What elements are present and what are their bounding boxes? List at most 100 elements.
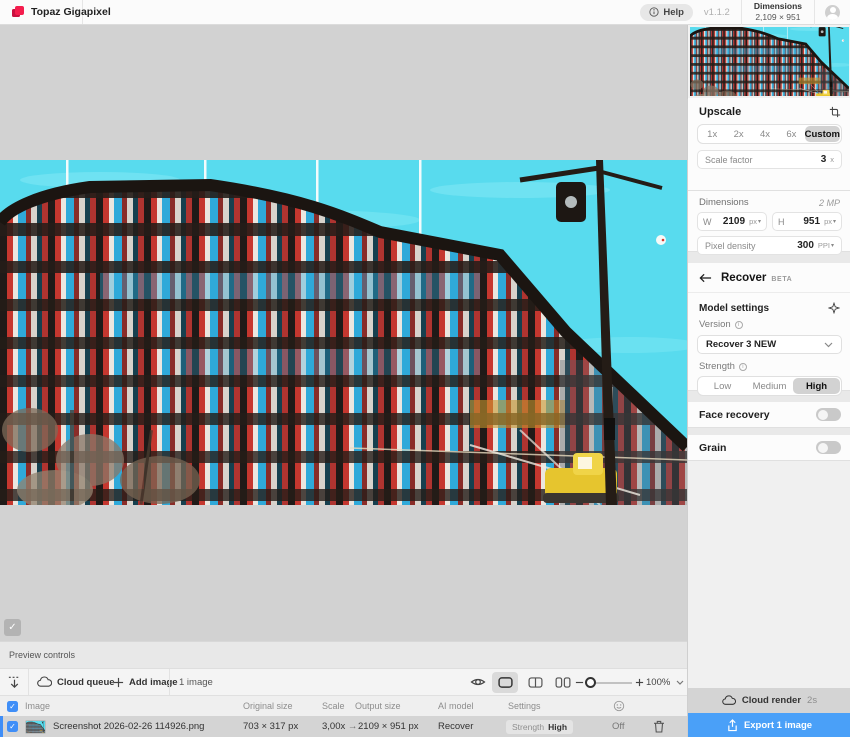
import-queue-button[interactable] [7, 669, 22, 695]
row-face-recovery: Off [612, 716, 625, 737]
export-button[interactable]: Export 1 image [688, 713, 850, 737]
image-count: 1 image [179, 669, 213, 695]
scale-factor-field[interactable]: Scale factor 3 x [697, 150, 842, 169]
row-filename: Screenshot 2026-02-26 114926.png [53, 716, 204, 737]
strength-medium[interactable]: Medium [746, 378, 793, 394]
cloud-queue-label: Cloud queue [57, 677, 115, 688]
cloud-render-button[interactable]: Cloud render 2s [688, 688, 850, 713]
back-arrow-icon[interactable] [699, 273, 712, 283]
plus-icon [635, 678, 644, 687]
row-scale: 3,00x → [322, 716, 357, 737]
zoom-out-button[interactable] [575, 669, 584, 695]
mode-1x[interactable]: 1x [699, 126, 725, 142]
row-checkbox[interactable]: ✓ [7, 716, 18, 737]
row-thumbnail [25, 716, 46, 737]
info-icon [649, 7, 659, 17]
pixel-density-field[interactable]: Pixel density 300 PPI▾ [697, 236, 842, 255]
select-all-checkbox[interactable]: ✓ [7, 696, 18, 716]
upscale-panel: Upscale 1x 2x 4x 6x Custom Scale factor … [688, 98, 850, 191]
mode-2x[interactable]: 2x [725, 126, 751, 142]
minus-icon [575, 678, 584, 687]
height-field[interactable]: H 951 px▾ [772, 212, 842, 231]
face-recovery-toggle[interactable] [816, 408, 841, 421]
app-title: Topaz Gigapixel [31, 6, 111, 18]
preview-controls-label: Preview controls [0, 650, 75, 660]
row-settings-badge[interactable]: StrengthHigh [506, 716, 573, 737]
right-sidebar: Upscale 1x 2x 4x 6x Custom Scale factor … [687, 25, 850, 737]
cloud-queue-button[interactable]: Cloud queue [37, 669, 115, 695]
image-table-header: ✓ Image Original size Scale Output size … [0, 695, 687, 716]
strength-segment: Low Medium High [697, 376, 842, 396]
version-label: Version [699, 319, 731, 330]
info-icon: i [739, 363, 747, 371]
dimensions-label: Dimensions [699, 197, 749, 208]
col-scale: Scale [322, 696, 345, 716]
divider [814, 0, 815, 25]
help-label: Help [663, 7, 684, 18]
row-ai-model: Recover [438, 716, 473, 737]
plus-icon [113, 677, 124, 688]
zoom-level-value: 100% [646, 677, 670, 688]
delete-image-button[interactable] [653, 716, 665, 737]
face-recovery-column-icon [613, 696, 625, 716]
grain-toggle[interactable] [816, 441, 841, 454]
divider [28, 669, 29, 695]
view-split-button[interactable] [522, 672, 548, 693]
bottom-toolbar: Cloud queue Add image 1 image 100% [0, 668, 687, 695]
table-row[interactable]: ✓ Screenshot 2026-02-26 114926.png 703 ×… [0, 716, 687, 737]
strength-high[interactable]: High [793, 378, 840, 394]
view-single-button[interactable] [492, 672, 518, 693]
add-image-label: Add image [129, 677, 178, 688]
trash-icon [653, 720, 665, 733]
divider [169, 669, 170, 695]
info-icon: i [735, 321, 743, 329]
cloud-render-label: Cloud render [742, 695, 801, 706]
add-image-button[interactable]: Add image [113, 669, 178, 695]
import-icon [7, 675, 22, 690]
mode-6x[interactable]: 6x [778, 126, 804, 142]
strength-label: Strength [699, 361, 735, 372]
grain-row: Grain [688, 435, 850, 461]
side-by-side-icon [555, 677, 571, 688]
scale-factor-value: 3 [821, 154, 827, 165]
preview-image[interactable] [0, 160, 687, 505]
cloud-icon [722, 695, 736, 706]
sparkle-icon[interactable] [828, 302, 840, 314]
mode-4x[interactable]: 4x [752, 126, 778, 142]
zoom-in-button[interactable] [635, 669, 644, 695]
pixel-density-value: 300 [797, 240, 814, 251]
top-bar: Topaz Gigapixel Help v1.1.2 Dimensions 2… [0, 0, 850, 25]
row-output-size: 2109 × 951 px [358, 716, 418, 737]
account-avatar[interactable] [825, 5, 840, 20]
model-version-dropdown[interactable]: Recover 3 NEW [697, 335, 842, 354]
recover-title: Recover [721, 272, 766, 284]
height-value: 951 [803, 216, 820, 227]
face-recovery-row: Face recovery [688, 402, 850, 428]
dimensions-panel: Dimensions 2 MP W 2109 px▾ H 951 px▾ Pix… [688, 191, 850, 252]
crop-icon[interactable] [829, 106, 841, 118]
split-view-icon [528, 677, 543, 688]
row-original-size: 703 × 317 px [243, 716, 298, 737]
preview-canvas[interactable]: ✓ [0, 25, 687, 641]
help-button[interactable]: Help [640, 4, 693, 21]
canvas-check-button[interactable]: ✓ [4, 619, 21, 636]
view-side-by-side-button[interactable] [550, 672, 576, 693]
zoom-level-dropdown[interactable]: 100% [646, 669, 684, 695]
chevron-down-icon[interactable]: ▾ [758, 218, 761, 225]
beta-badge: BETA [771, 274, 792, 283]
preview-controls-row: Preview controls [0, 641, 687, 668]
eye-icon [470, 675, 486, 689]
chevron-down-icon[interactable]: ▾ [833, 218, 836, 225]
width-field[interactable]: W 2109 px▾ [697, 212, 767, 231]
cloud-icon [37, 676, 52, 688]
mode-custom[interactable]: Custom [805, 126, 840, 142]
zoom-slider-knob[interactable] [585, 677, 596, 688]
strength-low[interactable]: Low [699, 378, 746, 394]
navigation-thumbnail[interactable] [688, 25, 850, 98]
preview-toggle-button[interactable] [470, 669, 486, 695]
width-value: 2109 [723, 216, 745, 227]
chevron-down-icon [824, 342, 833, 348]
chevron-down-icon[interactable]: ▾ [831, 242, 834, 249]
col-image: Image [25, 696, 50, 716]
col-output-size: Output size [355, 696, 401, 716]
